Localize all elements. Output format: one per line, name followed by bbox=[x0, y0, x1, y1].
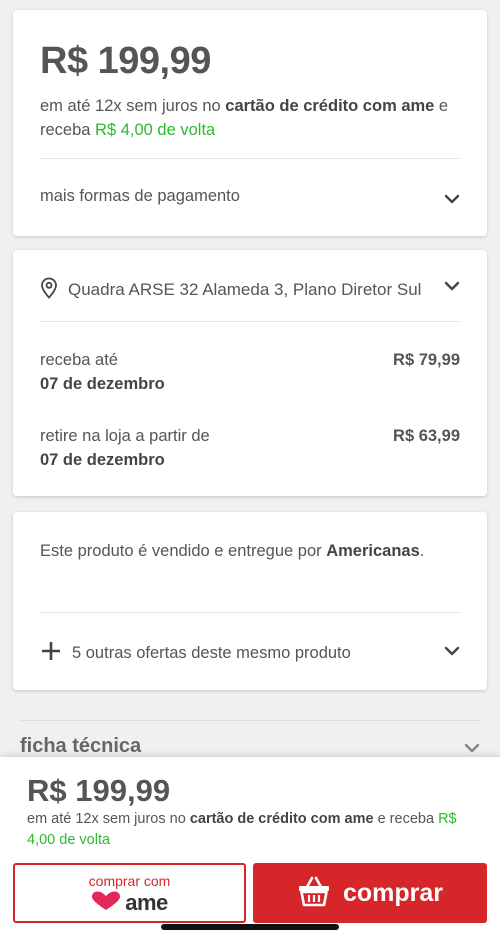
ame-logo: ame bbox=[15, 890, 244, 916]
chevron-down-icon[interactable] bbox=[443, 193, 461, 205]
other-offers-toggle[interactable]: 5 outras ofertas deste mesmo produto bbox=[40, 640, 351, 667]
divider bbox=[40, 612, 460, 613]
delivery-date: 07 de dezembro bbox=[40, 375, 165, 393]
more-payments-toggle[interactable]: mais formas de pagamento bbox=[40, 187, 240, 206]
other-offers-text: 5 outras ofertas deste mesmo produto bbox=[72, 644, 351, 662]
technical-sheet-title[interactable]: ficha técnica bbox=[20, 735, 141, 758]
price-card: R$ 199,99 em até 12x sem juros no cartão… bbox=[13, 10, 487, 236]
pickup-option: retire na loja a partir de 07 de dezembr… bbox=[40, 427, 210, 469]
divider bbox=[40, 158, 460, 159]
chevron-down-icon[interactable] bbox=[443, 280, 461, 292]
chevron-down-icon[interactable] bbox=[443, 645, 461, 657]
buy-button-label: comprar bbox=[342, 878, 444, 907]
seller-info: Este produto é vendido e entregue por Am… bbox=[40, 542, 425, 560]
plus-icon bbox=[40, 640, 62, 667]
bottom-purchase-bar: R$ 199,99 em até 12x sem juros no cartão… bbox=[0, 757, 500, 943]
basket-icon bbox=[297, 875, 331, 912]
bottom-price: R$ 199,99 bbox=[27, 773, 171, 808]
installments-text: em até 12x sem juros no cartão de crédit… bbox=[40, 97, 449, 139]
shipping-card: Quadra ARSE 32 Alameda 3, Plano Diretor … bbox=[13, 250, 487, 496]
home-indicator[interactable] bbox=[161, 924, 339, 930]
seller-card: Este produto é vendido e entregue por Am… bbox=[13, 512, 487, 690]
ame-logo-text: ame bbox=[125, 890, 168, 915]
address-selector[interactable]: Quadra ARSE 32 Alameda 3, Plano Diretor … bbox=[40, 277, 460, 304]
cashback-text: R$ 4,00 de volta bbox=[95, 121, 216, 139]
product-price: R$ 199,99 bbox=[40, 40, 211, 82]
chevron-down-icon[interactable] bbox=[463, 742, 481, 754]
buy-with-ame-label: comprar com bbox=[88, 873, 171, 889]
heart-logo-icon bbox=[91, 891, 121, 916]
divider bbox=[40, 321, 460, 322]
buy-with-ame-button[interactable]: comprar com ame bbox=[13, 863, 246, 923]
pickup-date: 07 de dezembro bbox=[40, 451, 165, 469]
buy-button[interactable]: comprar bbox=[253, 863, 487, 923]
delivery-price: R$ 79,99 bbox=[393, 351, 460, 369]
delivery-option: receba até 07 de dezembro bbox=[40, 351, 165, 393]
pickup-price: R$ 63,99 bbox=[393, 427, 460, 445]
address-text: Quadra ARSE 32 Alameda 3, Plano Diretor … bbox=[68, 280, 422, 299]
installments-card-name: cartão de crédito com ame bbox=[225, 97, 435, 115]
bottom-installments-text: em até 12x sem juros no cartão de crédit… bbox=[27, 811, 457, 848]
divider bbox=[20, 720, 480, 721]
location-pin-icon bbox=[40, 277, 58, 304]
seller-name: Americanas bbox=[326, 542, 420, 560]
